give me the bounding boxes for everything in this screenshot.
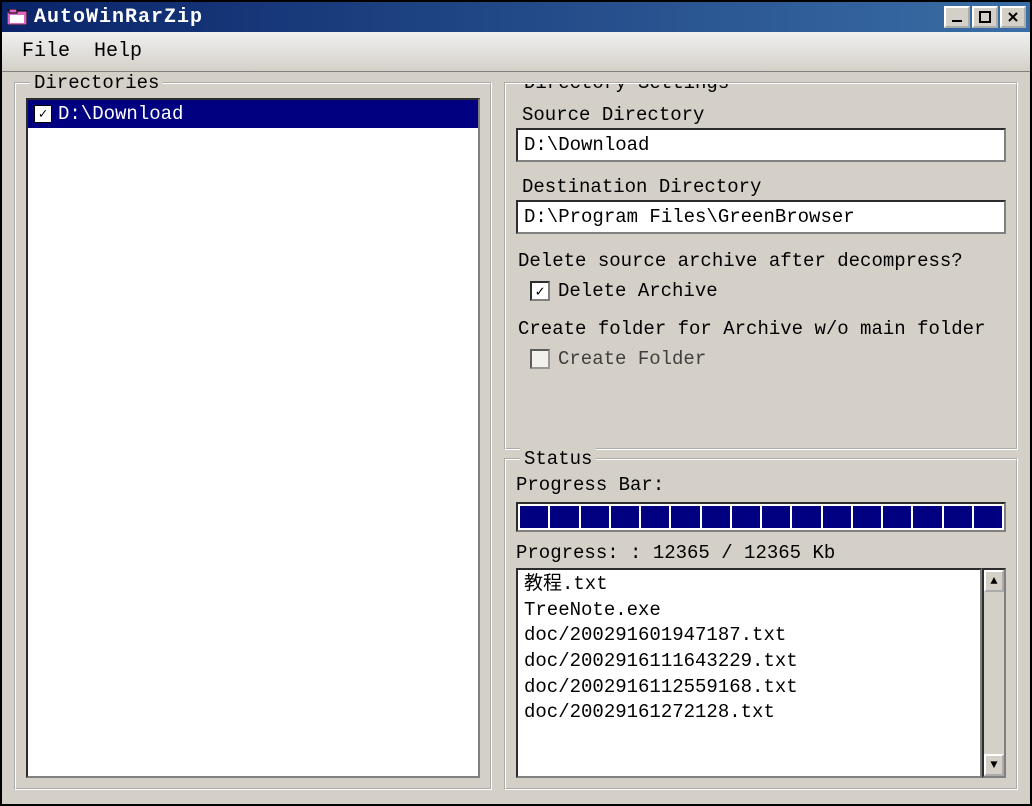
maximize-button[interactable] [972, 6, 998, 28]
progress-chunk [913, 506, 941, 528]
log-line: doc/20029161272128.txt [524, 700, 974, 726]
log-scrollbar[interactable]: ▲ ▼ [982, 568, 1006, 778]
log-line: doc/200291601947187.txt [524, 623, 974, 649]
progress-chunk [520, 506, 548, 528]
window-title: AutoWinRarZip [34, 6, 944, 29]
menu-file[interactable]: File [22, 40, 70, 63]
scroll-down-button[interactable]: ▼ [984, 754, 1004, 776]
menu-help[interactable]: Help [94, 40, 142, 63]
progress-chunk [732, 506, 760, 528]
app-window: AutoWinRarZip File Help Directories [0, 0, 1032, 806]
window-controls [944, 6, 1026, 28]
create-folder-row: Create Folder [516, 348, 1006, 370]
directories-group: Directories D:\Download [14, 82, 492, 790]
progress-chunk [974, 506, 1002, 528]
close-button[interactable] [1000, 6, 1026, 28]
progress-chunk [641, 506, 669, 528]
menubar: File Help [2, 32, 1030, 72]
directory-checkbox[interactable] [34, 105, 52, 123]
titlebar[interactable]: AutoWinRarZip [2, 2, 1030, 32]
log-line: doc/2002916112559168.txt [524, 675, 974, 701]
delete-archive-label[interactable]: Delete Archive [558, 280, 718, 302]
log-line: TreeNote.exe [524, 598, 974, 624]
app-icon [6, 8, 28, 26]
status-group: Status Progress Bar: Progress: : 12365 /… [504, 458, 1018, 790]
dest-dir-label: Destination Directory [516, 176, 1006, 198]
progress-chunk [883, 506, 911, 528]
log-wrap: 教程.txtTreeNote.exedoc/200291601947187.tx… [516, 568, 1006, 778]
progress-chunk [611, 506, 639, 528]
status-log[interactable]: 教程.txtTreeNote.exedoc/200291601947187.tx… [516, 568, 982, 778]
scroll-up-button[interactable]: ▲ [984, 570, 1004, 592]
delete-archive-row: Delete Archive [516, 280, 1006, 302]
progress-chunk [581, 506, 609, 528]
progress-chunk [702, 506, 730, 528]
source-dir-label: Source Directory [516, 104, 1006, 126]
create-folder-label[interactable]: Create Folder [558, 348, 706, 370]
log-line: doc/2002916111643229.txt [524, 649, 974, 675]
progress-chunk [944, 506, 972, 528]
right-panel: Directory Settings Source Directory Dest… [504, 82, 1018, 790]
progress-chunk [550, 506, 578, 528]
create-folder-question-label: Create folder for Archive w/o main folde… [516, 318, 1006, 340]
status-title: Status [520, 448, 596, 470]
source-dir-input[interactable] [516, 128, 1006, 162]
delete-question-label: Delete source archive after decompress? [516, 250, 1006, 272]
create-folder-checkbox[interactable] [530, 349, 550, 369]
progress-text: Progress: : 12365 / 12365 Kb [516, 542, 1006, 564]
delete-archive-checkbox[interactable] [530, 281, 550, 301]
log-line: 教程.txt [524, 572, 974, 598]
directories-list[interactable]: D:\Download [26, 98, 480, 778]
progress-chunk [671, 506, 699, 528]
progress-chunk [762, 506, 790, 528]
directory-item[interactable]: D:\Download [28, 100, 478, 128]
settings-group: Directory Settings Source Directory Dest… [504, 82, 1018, 450]
dest-dir-input[interactable] [516, 200, 1006, 234]
progress-bar-label: Progress Bar: [516, 474, 1006, 496]
settings-title: Directory Settings [520, 82, 733, 94]
progress-chunk [792, 506, 820, 528]
minimize-button[interactable] [944, 6, 970, 28]
progress-bar [516, 502, 1006, 532]
directories-title: Directories [30, 72, 163, 94]
progress-chunk [853, 506, 881, 528]
progress-chunk [823, 506, 851, 528]
left-panel: Directories D:\Download [14, 82, 492, 790]
directory-path: D:\Download [58, 103, 183, 125]
content-area: Directories D:\Download Directory Settin… [2, 72, 1030, 804]
